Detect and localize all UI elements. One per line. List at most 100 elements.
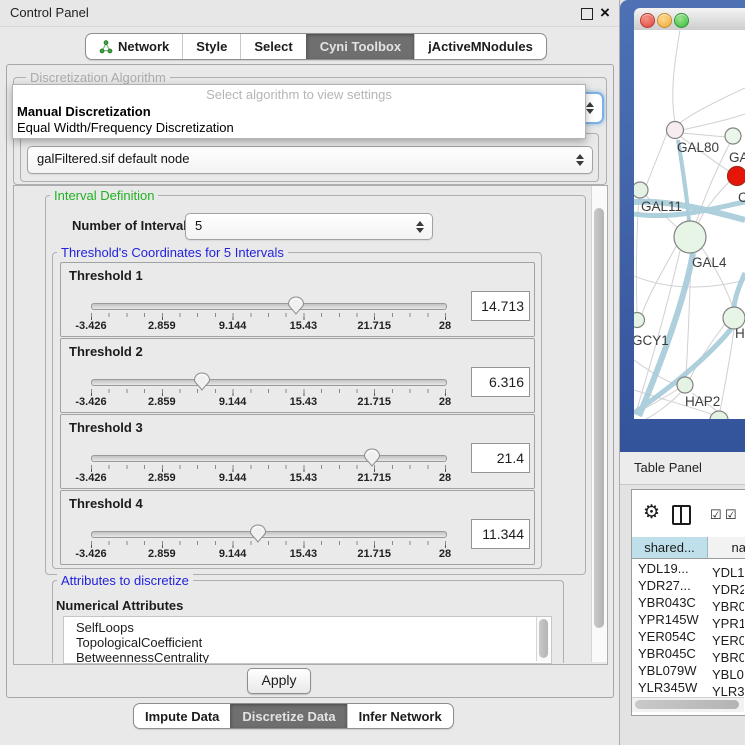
attributes-list[interactable]: SelfLoops TopologicalCoefficient Between… [63, 616, 552, 664]
tick-label: 28 [439, 320, 451, 332]
tab-impute-data[interactable]: Impute Data [134, 704, 230, 728]
checkbox-icon[interactable]: ☑ [710, 507, 722, 523]
threshold-4-label: Threshold 4 [69, 496, 143, 511]
cell-shared-name: YBR043C [632, 594, 707, 611]
checkbox-icon[interactable]: ☑ [725, 507, 737, 523]
threshold-4-value[interactable]: 11.344 [471, 519, 530, 549]
list-scrollbar[interactable] [536, 617, 550, 661]
tab-infer-network[interactable]: Infer Network [347, 704, 453, 728]
table-header-row: shared... na [632, 537, 745, 559]
split-columns-icon[interactable] [672, 505, 691, 525]
cyni-bottom-tabbar: Impute Data Discretize Data Infer Networ… [133, 703, 454, 729]
apply-button[interactable]: Apply [247, 668, 311, 694]
threshold-2-value[interactable]: 6.316 [471, 367, 530, 397]
algorithm-option-equal-width[interactable]: Equal Width/Frequency Discretization [17, 120, 234, 136]
tick-label: 9.144 [219, 548, 247, 560]
numerical-attributes-label: Numerical Attributes [56, 598, 183, 613]
table-horizontal-scrollbar[interactable] [632, 697, 744, 712]
num-intervals-value: 5 [186, 214, 432, 238]
threshold-1-value[interactable]: 14.713 [471, 291, 530, 321]
tick-label: 15.43 [290, 396, 318, 408]
minimize-window-icon[interactable] [657, 13, 672, 28]
threshold-4-slider[interactable] [91, 531, 447, 538]
column-header-shared[interactable]: shared... [632, 537, 708, 559]
zoom-window-icon[interactable] [674, 13, 689, 28]
slider-tick-labels: -3.426 2.859 9.144 15.43 21.715 28 [91, 320, 445, 334]
list-item[interactable]: SelfLoops [64, 617, 551, 635]
tab-label: Infer Network [359, 709, 442, 724]
node-hap2[interactable] [677, 377, 693, 393]
threshold-4-panel: Threshold 4 -3.426 2.859 9.144 15.43 21.… [60, 490, 535, 565]
tick-label: -3.426 [75, 396, 106, 408]
tick-label: 2.859 [148, 320, 176, 332]
algorithm-option-manual[interactable]: Manual Discretization [17, 104, 151, 120]
table-panel-title: Table Panel [634, 452, 702, 484]
list-item[interactable]: BetweennessCentrality [64, 650, 551, 664]
table-row[interactable]: YER054CYER0 [632, 628, 744, 645]
node-bottom[interactable] [710, 411, 728, 419]
tick-label: 15.43 [290, 548, 318, 560]
tab-discretize-data[interactable]: Discretize Data [230, 704, 346, 728]
num-intervals-label: Number of Intervals [72, 218, 194, 233]
tab-network[interactable]: Network [86, 34, 182, 59]
tick-label: 21.715 [357, 396, 391, 408]
interval-group-title: Interval Definition [50, 189, 158, 203]
tick-label: 28 [439, 548, 451, 560]
close-window-icon[interactable] [640, 13, 655, 28]
slider-minor-ticks [91, 313, 447, 317]
scrollbar-thumb[interactable] [635, 700, 739, 709]
node-label-h: H [735, 326, 745, 341]
cell-shared-name: YBR045C [632, 645, 707, 662]
table-row[interactable]: YPR145WYPR1 [632, 611, 744, 628]
column-header-name[interactable]: na [708, 537, 745, 559]
table-row[interactable]: YDR27...YDR2 [632, 577, 744, 594]
table-data-combobox[interactable]: galFiltered.sif default node [27, 146, 593, 174]
threshold-3-value[interactable]: 21.4 [471, 443, 530, 473]
node-label-gal80: GAL80 [677, 140, 719, 155]
slider-tick-labels: -3.426 2.859 9.144 15.43 21.715 28 [91, 548, 445, 562]
network-icon [99, 40, 113, 54]
tab-style[interactable]: Style [182, 34, 240, 59]
panel-scrollbar[interactable] [591, 186, 607, 662]
tab-select[interactable]: Select [240, 34, 305, 59]
list-item[interactable]: TopologicalCoefficient [64, 635, 551, 650]
node-gal4[interactable] [674, 221, 706, 253]
combo-stepper-icon [586, 101, 595, 115]
tab-cyni-toolbox[interactable]: Cyni Toolbox [306, 34, 414, 59]
control-panel-window: Control Panel × Network Style Select Cyn… [0, 0, 620, 745]
float-window-icon[interactable] [581, 8, 593, 20]
screenshot-root: Control Panel × Network Style Select Cyn… [0, 0, 745, 745]
thresholds-group-title: Threshold's Coordinates for 5 Intervals [57, 246, 288, 260]
slider-tick-labels: -3.426 2.859 9.144 15.43 21.715 28 [91, 396, 445, 410]
network-canvas[interactable]: GAL80 GA C GAL11 GAL4 GCY1 H HAP2 [634, 30, 745, 419]
scrollbar-thumb[interactable] [594, 208, 604, 628]
table-row[interactable]: YLR345WYLR3 [632, 679, 744, 696]
table-row[interactable]: YBL079WYBL0 [632, 662, 744, 679]
cell-shared-name: YPR145W [632, 611, 707, 628]
threshold-2-slider[interactable] [91, 379, 447, 386]
scrollbar-thumb[interactable] [539, 619, 548, 658]
node-label-gal4: GAL4 [692, 255, 727, 270]
node-gal11[interactable] [634, 182, 648, 198]
table-row[interactable]: YBR045CYBR0 [632, 645, 744, 662]
cell-shared-name: YBL079W [632, 662, 707, 679]
node-top-right[interactable] [725, 128, 741, 144]
node-red-selected[interactable] [728, 167, 745, 186]
table-row[interactable]: YDL19...YDL1 [632, 560, 744, 577]
threshold-3-slider[interactable] [91, 455, 447, 462]
node-gal80[interactable] [667, 122, 684, 139]
gear-icon[interactable]: ⚙ [643, 501, 660, 524]
threshold-3-label: Threshold 3 [69, 420, 143, 435]
table-row[interactable]: YBR043CYBR0 [632, 594, 744, 611]
tick-label: 21.715 [357, 472, 391, 484]
threshold-3-panel: Threshold 3 -3.426 2.859 9.144 15.43 21.… [60, 414, 535, 489]
close-panel-icon[interactable]: × [600, 2, 610, 24]
tab-jactivemnodules[interactable]: jActiveMNodules [414, 34, 546, 59]
tick-label: 2.859 [148, 472, 176, 484]
tick-label: 15.43 [290, 472, 318, 484]
combo-stepper-icon [576, 153, 585, 167]
tick-label: 21.715 [357, 320, 391, 332]
threshold-1-slider[interactable] [91, 303, 447, 310]
node-gcy1[interactable] [634, 313, 645, 328]
num-intervals-combobox[interactable]: 5 [185, 213, 433, 240]
